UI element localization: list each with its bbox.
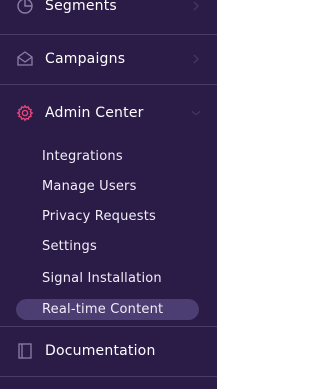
nav-item-segments-label: Segments <box>45 0 117 14</box>
segments-icon <box>16 0 34 15</box>
gear-icon <box>16 104 34 122</box>
admin-item-label: Real-time Content <box>42 302 164 317</box>
admin-item-signal-installation[interactable]: Signal Installation <box>16 268 199 289</box>
campaigns-icon <box>16 50 34 68</box>
nav-item-admin-center-label: Admin Center <box>45 105 144 121</box>
nav-item-campaigns-label: Campaigns <box>45 51 126 67</box>
sidebar: Segments Campaigns Admin Center Integrat… <box>0 0 217 389</box>
admin-item-label: Signal Installation <box>42 271 162 286</box>
admin-item-label: Privacy Requests <box>42 209 156 224</box>
nav-item-admin-center[interactable]: Admin Center <box>0 100 217 126</box>
divider <box>0 376 217 377</box>
admin-item-manage-users[interactable]: Manage Users <box>16 176 199 197</box>
chevron-right-icon <box>191 54 201 64</box>
nav-item-documentation[interactable]: Documentation <box>0 338 217 364</box>
nav-item-segments[interactable]: Segments <box>0 0 217 18</box>
admin-item-integrations[interactable]: Integrations <box>16 146 199 167</box>
admin-item-label: Manage Users <box>42 179 137 194</box>
nav-item-campaigns[interactable]: Campaigns <box>0 46 217 72</box>
nav-item-documentation-label: Documentation <box>45 343 156 359</box>
chevron-down-icon <box>191 108 201 118</box>
admin-item-real-time-content[interactable]: Real-time Content <box>16 299 199 320</box>
admin-item-label: Settings <box>42 239 97 254</box>
divider <box>0 84 217 85</box>
divider <box>0 326 217 327</box>
divider <box>0 34 217 35</box>
admin-item-privacy-requests[interactable]: Privacy Requests <box>16 206 199 227</box>
admin-item-settings[interactable]: Settings <box>16 236 199 257</box>
chevron-right-icon <box>191 1 201 11</box>
admin-item-label: Integrations <box>42 149 123 164</box>
main-content <box>217 0 263 389</box>
document-icon <box>16 342 34 360</box>
